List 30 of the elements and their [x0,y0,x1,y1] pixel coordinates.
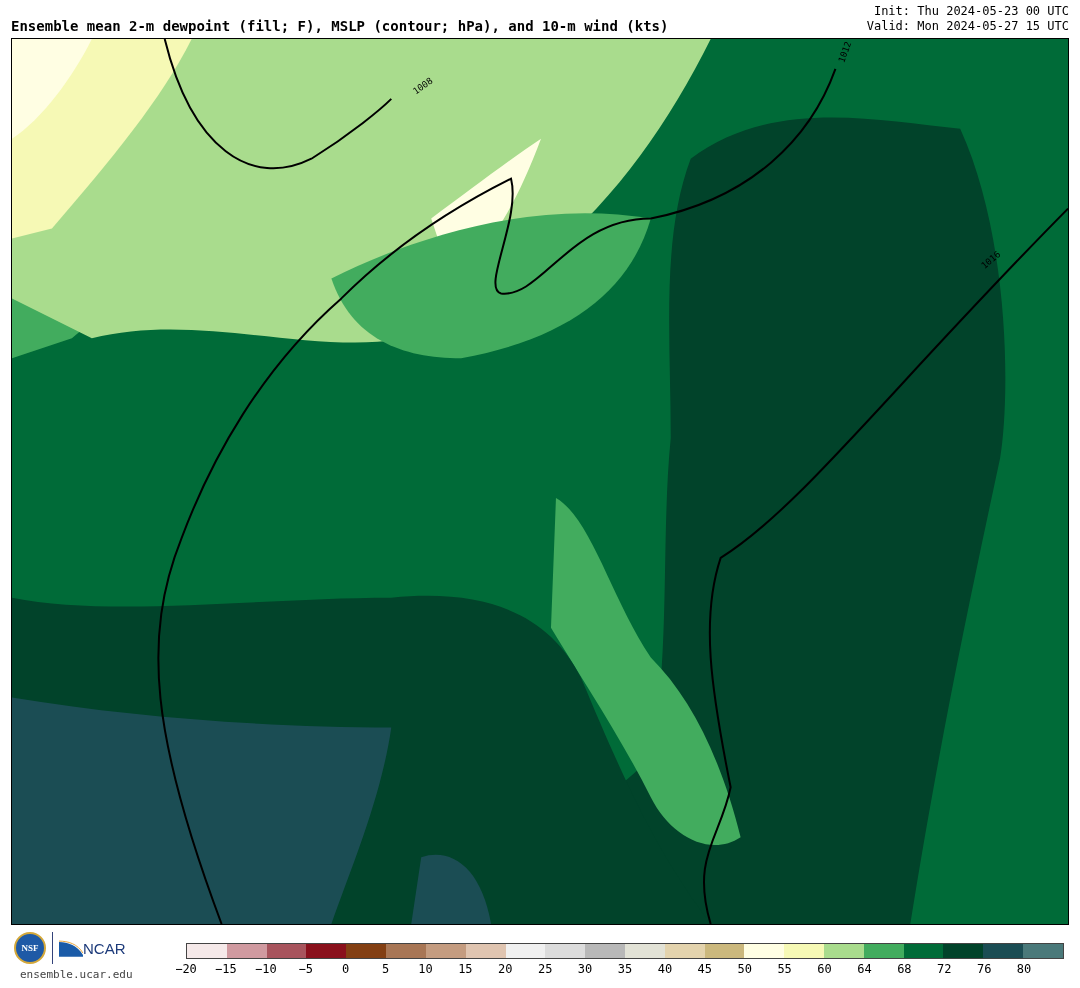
scale-tick-label: −15 [215,962,237,976]
scale-tick-label: 55 [777,962,792,976]
scale-tick-label: 76 [976,962,992,976]
scale-tick-label: 68 [897,962,912,976]
scale-tick-label: 20 [498,962,513,976]
scale-tick-label: −5 [298,962,313,976]
map-title: Ensemble mean 2-m dewpoint (fill; F), MSLP (contour; hPa), and 10-m wind (kts) [11,18,669,34]
scale-tick-label: 5 [381,962,390,976]
ncar-mark-icon [59,939,83,957]
scale-tick-label: 0 [342,962,350,976]
scale-tick-label: 10 [418,962,433,976]
scale-tick-label: 15 [458,962,473,976]
scale-tick-label: 60 [817,962,832,976]
scale-tick-label: 50 [737,962,752,976]
scale-tick-label: −10 [254,962,277,976]
init-time: Init: Thu 2024-05-23 00 UTC [872,4,1069,19]
contour-label: 1012 [836,40,854,64]
scale-tick-label: 72 [937,962,952,976]
site-url: ensemble.ucar.edu [20,968,134,981]
scale-tick-label: 64 [857,962,872,976]
scale-tick-label: 80 [1016,962,1032,976]
scale-tick-label: −20 [175,962,197,976]
ncar-logo: NCAR [83,939,126,957]
scale-tick-label: 45 [697,962,713,976]
scale-tick-label: 25 [537,962,553,976]
nsf-logo: NSF [14,932,46,964]
scale-tick-label: 40 [657,962,673,976]
scale-tick-label: 35 [617,962,633,976]
scale-tick-label: 30 [577,962,593,976]
valid-time: Valid: Mon 2024-05-27 15 UTC [866,19,1069,34]
